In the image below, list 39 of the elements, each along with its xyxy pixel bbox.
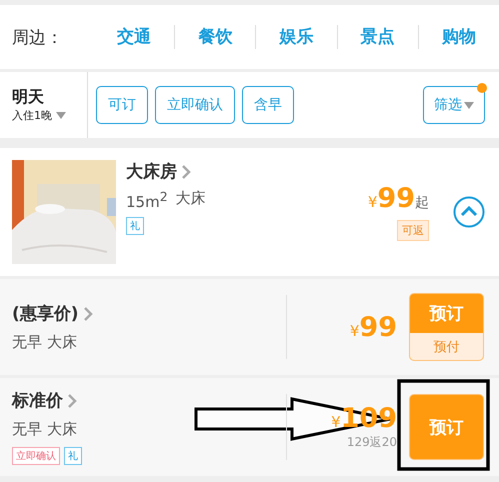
nights-label[interactable]: 入住1晚: [12, 108, 52, 123]
rate-price: 99: [359, 312, 397, 342]
currency-symbol: ¥: [331, 413, 341, 431]
nearby-link[interactable]: 餐饮: [174, 25, 256, 49]
dropdown-icon[interactable]: [56, 112, 66, 119]
gift-tag: 礼: [126, 217, 144, 235]
room-price: 99: [377, 183, 415, 214]
rate-name: 标准价: [12, 390, 63, 412]
rate-name: (惠享价): [12, 303, 79, 325]
chevron-right-icon: [67, 392, 77, 408]
dropdown-icon: [464, 102, 474, 108]
cashback-tag: 可返: [397, 220, 429, 241]
gift-tag: 礼: [64, 447, 82, 465]
nearby-link[interactable]: 景点: [336, 25, 418, 49]
book-button[interactable]: 预订 预付: [409, 293, 484, 361]
nearby-link[interactable]: 交通: [94, 25, 174, 49]
book-button[interactable]: 预订: [409, 394, 484, 460]
instant-confirm-tag: 立即确认: [12, 447, 60, 465]
nearby-label: 周边：: [12, 26, 64, 48]
filter-chip[interactable]: 立即确认: [155, 86, 235, 124]
nearby-link[interactable]: 购物: [418, 25, 499, 49]
date-label[interactable]: 明天: [12, 87, 87, 108]
room-name: 大床房: [126, 161, 177, 183]
bed-type: 大床: [176, 189, 206, 209]
currency-symbol: ¥: [368, 193, 378, 211]
filter-chip[interactable]: 含早: [242, 86, 294, 124]
filter-button[interactable]: 筛选: [423, 86, 485, 124]
nearby-link[interactable]: 娱乐: [255, 25, 337, 49]
chevron-right-icon: [82, 306, 93, 322]
cashback-note: 129返20: [346, 434, 397, 451]
chevron-right-icon: [181, 164, 191, 180]
rate-details: 无早 大床: [12, 333, 78, 352]
room-area: 15m$^{2}$: [126, 189, 168, 211]
collapse-icon[interactable]: [453, 196, 485, 228]
rate-details: 无早 大床: [12, 420, 78, 439]
filter-chip[interactable]: 可订: [96, 86, 148, 124]
price-suffix: 起: [415, 194, 429, 212]
currency-symbol: ¥: [350, 322, 360, 340]
room-card[interactable]: 大床房 15m$^{2}$ 大床 礼 ¥99起 可返: [0, 148, 499, 276]
